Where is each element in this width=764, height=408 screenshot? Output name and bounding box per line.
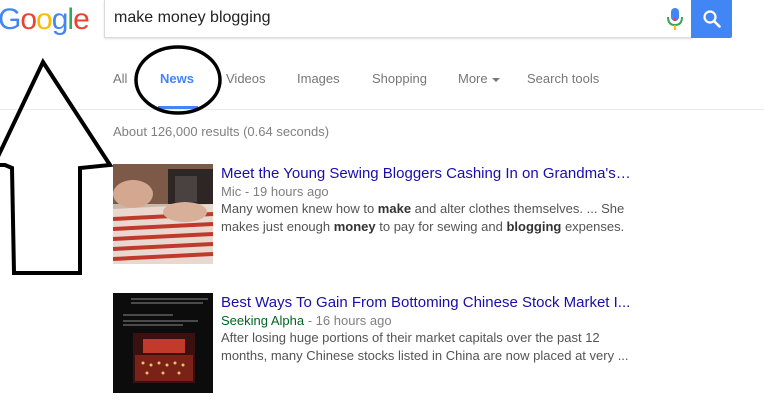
top-bar: Google make money blogging [0, 0, 764, 58]
result-source: Mic [221, 184, 242, 199]
divider [0, 109, 764, 110]
logo-letter: o [20, 3, 37, 36]
tab-images[interactable]: Images [297, 71, 340, 86]
logo-letter: e [73, 3, 90, 36]
news-result: Best Ways To Gain From Bottoming Chinese… [113, 293, 633, 395]
tab-more-label: More [458, 71, 488, 86]
tab-shopping[interactable]: Shopping [372, 71, 427, 86]
google-logo[interactable]: Google [0, 3, 90, 37]
result-title[interactable]: Meet the Young Sewing Bloggers Cashing I… [221, 164, 631, 183]
snippet-bold: make [377, 201, 412, 216]
snippet-text: Many women knew how to [221, 201, 378, 216]
search-icon [703, 10, 721, 28]
logo-letter: g [51, 3, 69, 36]
tab-search-tools[interactable]: Search tools [527, 71, 599, 86]
result-thumbnail[interactable] [113, 164, 213, 264]
logo-letter: o [36, 3, 53, 36]
result-snippet: Many women knew how to make and alter cl… [221, 200, 631, 236]
tab-news[interactable]: News [160, 71, 194, 86]
result-title[interactable]: Best Ways To Gain From Bottoming Chinese… [221, 293, 631, 312]
search-input[interactable]: make money blogging [104, 0, 693, 38]
result-body: Meet the Young Sewing Bloggers Cashing I… [221, 164, 631, 236]
result-snippet: After losing huge portions of their mark… [221, 330, 629, 363]
result-meta: Seeking Alpha - 16 hours ago [221, 312, 631, 329]
mic-icon[interactable] [666, 7, 684, 31]
result-meta: Mic - 19 hours ago [221, 183, 631, 200]
snippet-text: expenses. [561, 219, 625, 234]
snippet-bold: money [333, 219, 376, 234]
result-thumbnail[interactable] [113, 293, 213, 393]
snippet-text: to pay for sewing and [375, 219, 507, 234]
result-stats: About 126,000 results (0.64 seconds) [113, 124, 330, 139]
result-body: Best Ways To Gain From Bottoming Chinese… [221, 293, 631, 365]
result-source: Seeking Alpha [221, 313, 305, 328]
tab-all[interactable]: All [113, 71, 127, 86]
result-time: - 19 hours ago [241, 184, 329, 199]
up-arrow-annotation [0, 57, 114, 275]
result-time: - 16 hours ago [304, 313, 392, 328]
logo-letter: G [0, 3, 21, 36]
search-query[interactable]: make money blogging [114, 9, 271, 27]
news-result: Meet the Young Sewing Bloggers Cashing I… [113, 164, 633, 266]
tab-videos[interactable]: Videos [226, 71, 266, 86]
tab-more[interactable]: More [458, 71, 500, 86]
snippet-bold: blogging [506, 219, 562, 234]
caret-down-icon [491, 77, 500, 82]
search-button[interactable] [691, 0, 732, 38]
